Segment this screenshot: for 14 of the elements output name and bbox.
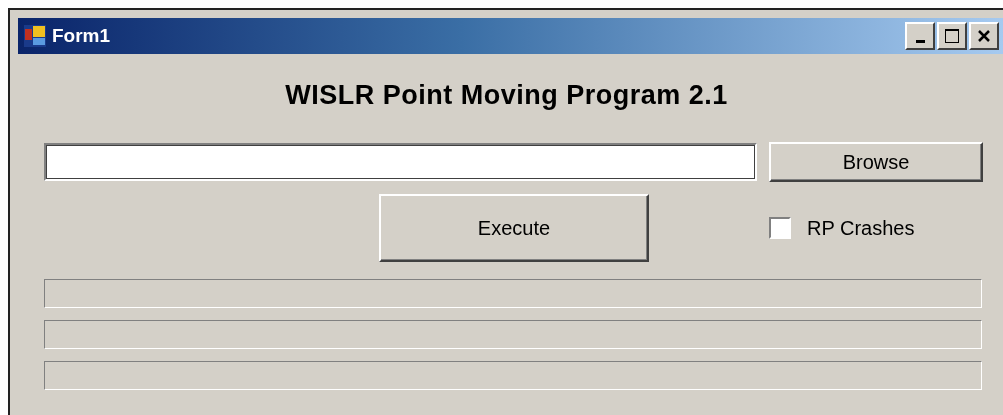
file-path-field[interactable] xyxy=(44,143,757,181)
close-icon xyxy=(977,29,991,43)
close-button[interactable] xyxy=(969,22,999,50)
app-icon xyxy=(24,25,46,47)
rp-crashes-checkbox[interactable] xyxy=(769,217,791,239)
window-title: Form1 xyxy=(52,25,112,47)
minimize-icon xyxy=(915,39,925,43)
program-heading: WISLR Point Moving Program 2.1 xyxy=(284,80,729,112)
browse-button[interactable]: Browse xyxy=(769,142,983,182)
maximize-button[interactable] xyxy=(937,22,967,50)
minimize-button[interactable] xyxy=(905,22,935,50)
checkbox-label: RP Crashes xyxy=(807,216,915,240)
execute-button[interactable]: Execute xyxy=(379,194,649,262)
maximize-icon xyxy=(944,28,960,44)
